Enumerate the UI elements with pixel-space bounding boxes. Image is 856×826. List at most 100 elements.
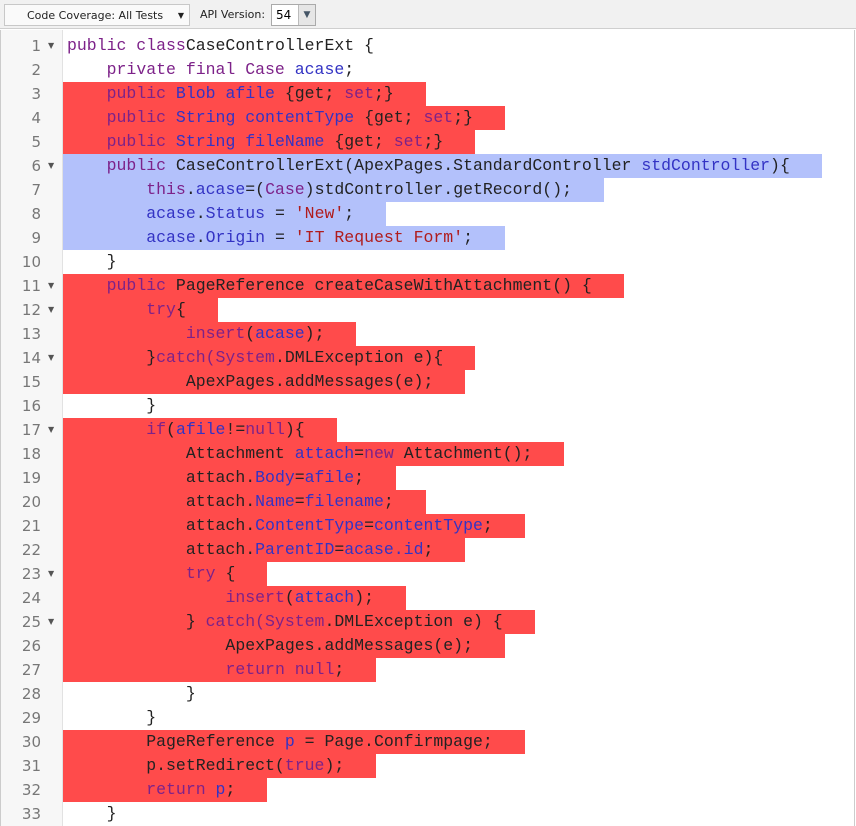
code-token: Attachment xyxy=(67,444,295,463)
uncovered-code-line: attach.ContentType=contentType; xyxy=(63,514,525,538)
code-token: attach. xyxy=(67,516,256,535)
fold-toggle-icon[interactable]: ▼ xyxy=(48,34,54,58)
code-line: 7 this.acase=(Case)stdController.getReco… xyxy=(1,178,854,202)
code-token: PageReference createCaseWithAttachment()… xyxy=(166,276,592,295)
code-token: = xyxy=(265,204,295,223)
code-text: } xyxy=(63,250,149,274)
code-text: } xyxy=(63,394,188,418)
uncovered-code-line: Attachment attach=new Attachment(); xyxy=(63,442,565,466)
line-number: 7 xyxy=(31,181,41,199)
line-number: 32 xyxy=(21,781,41,799)
fold-toggle-icon[interactable]: ▼ xyxy=(48,154,54,178)
code-line: 3 public Blob afile {get; set;} xyxy=(1,82,854,106)
code-line: 31 p.setRedirect(true); xyxy=(1,754,854,778)
line-number: 10 xyxy=(21,253,41,271)
line-number: 23 xyxy=(21,565,41,583)
code-token: attach xyxy=(294,444,355,463)
line-number: 21 xyxy=(21,517,41,535)
code-line: 24 insert(attach); xyxy=(1,586,854,610)
code-token: insert xyxy=(185,324,246,343)
code-editor[interactable]: 1 ▼ public classCaseControllerExt {2 priva… xyxy=(0,30,855,826)
code-line: 5 public String fileName {get; set;} xyxy=(1,130,854,154)
code-token: != xyxy=(225,420,246,439)
code-token: p.setRedirect( xyxy=(67,756,285,775)
code-token: this xyxy=(146,180,186,199)
code-text: } xyxy=(63,682,228,706)
code-token: afile xyxy=(175,420,226,439)
code-line: 4 public String contentType {get; set;} xyxy=(1,106,854,130)
line-number: 12 xyxy=(21,301,41,319)
code-token: ApexPages.addMessages(e); xyxy=(67,372,434,391)
code-token: {get; xyxy=(274,84,345,103)
code-token: = xyxy=(265,228,295,247)
fold-toggle-icon[interactable]: ▼ xyxy=(48,610,54,634)
code-token: ; xyxy=(482,516,493,535)
code-line: 1 ▼ public classCaseControllerExt { xyxy=(1,34,854,58)
code-token: ; xyxy=(225,780,236,799)
code-line: 25 ▼ } catch(System.DMLException e) { xyxy=(1,610,854,634)
code-token: stdController xyxy=(641,156,771,175)
code-token: { xyxy=(215,564,236,583)
line-number: 3 xyxy=(31,85,41,103)
uncovered-code-line: ApexPages.addMessages(e); xyxy=(63,634,505,658)
uncovered-code-line: return p; xyxy=(63,778,268,802)
fold-toggle-icon[interactable]: ▼ xyxy=(48,274,54,298)
code-token: } xyxy=(67,684,196,703)
code-token: = xyxy=(354,444,365,463)
code-token: private final Case xyxy=(106,60,285,79)
fold-toggle-icon[interactable]: ▼ xyxy=(48,418,54,442)
api-version-select[interactable]: 54 ▼ xyxy=(271,4,316,26)
code-token: CaseControllerExt(ApexPages.StandardCont… xyxy=(166,156,642,175)
line-number: 31 xyxy=(21,757,41,775)
code-token: acase xyxy=(146,228,196,247)
code-token: { xyxy=(175,300,186,319)
code-token: ApexPages.addMessages(e); xyxy=(67,636,473,655)
code-token: CaseControllerExt { xyxy=(185,36,374,55)
line-number: 16 xyxy=(21,397,41,415)
code-token: set xyxy=(344,84,374,103)
fold-toggle-icon[interactable]: ▼ xyxy=(48,298,54,322)
uncovered-code-line: p.setRedirect(true); xyxy=(63,754,377,778)
code-line: 15 ApexPages.addMessages(e); xyxy=(1,370,854,394)
code-token: } xyxy=(67,708,157,727)
code-token: p xyxy=(284,732,295,751)
uncovered-code-line: try { xyxy=(63,562,268,586)
line-number: 17 xyxy=(21,421,41,439)
api-version-label: API Version: xyxy=(200,8,266,21)
code-token: attach. xyxy=(67,540,256,559)
line-number: 30 xyxy=(21,733,41,751)
code-token: . xyxy=(195,228,206,247)
code-token: ); xyxy=(324,756,345,775)
fold-toggle-icon[interactable]: ▼ xyxy=(48,346,54,370)
code-line: 9 acase.Origin = 'IT Request Form'; xyxy=(1,226,854,250)
chevron-down-icon[interactable]: ▼ xyxy=(298,5,315,25)
code-token: . xyxy=(195,204,206,223)
code-token: new xyxy=(364,444,394,463)
code-token: ; xyxy=(344,60,355,79)
covered-code-line: acase.Origin = 'IT Request Form'; xyxy=(63,226,506,250)
line-number: 9 xyxy=(31,229,41,247)
code-token: catch(System xyxy=(205,612,325,631)
code-line: 8 acase.Status = 'New'; xyxy=(1,202,854,226)
fold-toggle-icon[interactable]: ▼ xyxy=(48,562,54,586)
code-text: } xyxy=(63,802,149,826)
uncovered-code-line: public PageReference createCaseWithAttac… xyxy=(63,274,624,298)
uncovered-code-line: } catch(System.DMLException e) { xyxy=(63,610,535,634)
uncovered-code-line: insert(acase); xyxy=(63,322,357,346)
code-text: private final Case acase; xyxy=(63,58,386,82)
code-text: } xyxy=(63,706,188,730)
uncovered-code-line: attach.Body=afile; xyxy=(63,466,397,490)
api-version-value: 54 xyxy=(276,8,292,22)
uncovered-code-line: try{ xyxy=(63,298,218,322)
line-number: 29 xyxy=(21,709,41,727)
code-line: 27 return null; xyxy=(1,658,854,682)
code-coverage-dropdown[interactable]: Code Coverage: All Tests 15% ▼ xyxy=(4,4,190,43)
covered-code-line: public CaseControllerExt(ApexPages.Stand… xyxy=(63,154,822,178)
uncovered-code-line: ApexPages.addMessages(e); xyxy=(63,370,466,394)
code-line: 13 insert(acase); xyxy=(1,322,854,346)
